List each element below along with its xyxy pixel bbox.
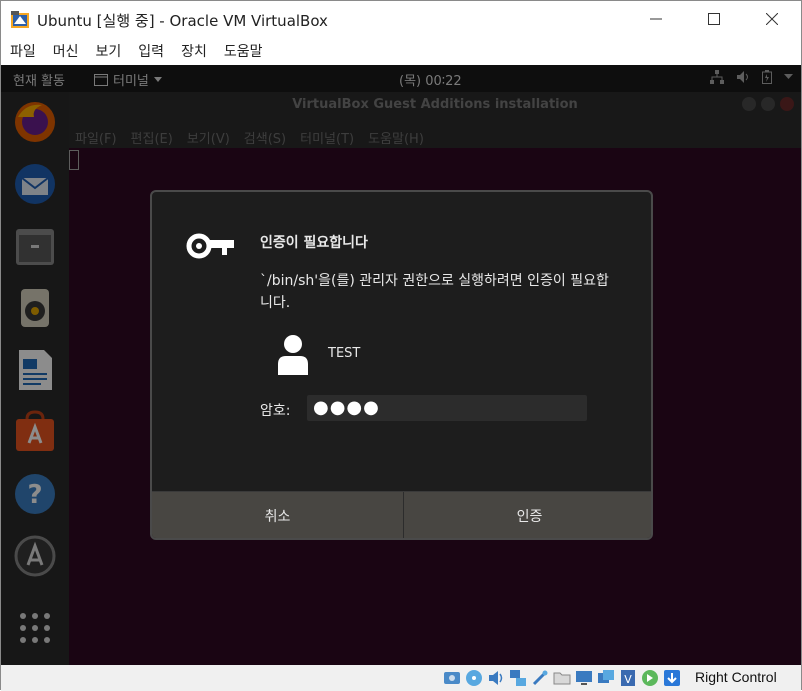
authenticate-button[interactable]: 인증 xyxy=(404,492,651,538)
dialog-message: `/bin/sh'을(를) 관리자 권한으로 실행하려면 인증이 필요합니다. xyxy=(260,273,609,311)
minimize-button[interactable] xyxy=(633,1,679,37)
keyboard-capture-icon[interactable] xyxy=(662,668,682,688)
key-icon xyxy=(186,233,234,259)
status-icons: V xyxy=(442,668,682,688)
cancel-button[interactable]: 취소 xyxy=(152,492,404,538)
virtualbox-app-icon xyxy=(11,11,29,28)
hard-disk-icon[interactable] xyxy=(442,668,462,688)
maximize-icon xyxy=(708,13,720,25)
virtualbox-status-bar: V Right Control xyxy=(1,665,801,691)
guest-screen[interactable]: 현재 활동 터미널 (목) 00∶22 ? VirtualBox Guest A… xyxy=(1,65,801,665)
virtualization-icon[interactable]: V xyxy=(618,668,638,688)
minimize-icon xyxy=(650,18,662,20)
menu-help[interactable]: 도움말 xyxy=(224,41,263,61)
password-label: 암호: xyxy=(260,403,291,419)
mouse-integration-icon[interactable] xyxy=(640,668,660,688)
menu-file[interactable]: 파일 xyxy=(10,41,36,61)
usb-icon[interactable] xyxy=(530,668,550,688)
shared-folders-icon[interactable] xyxy=(552,668,572,688)
maximize-button[interactable] xyxy=(691,1,737,37)
audio-icon[interactable] xyxy=(486,668,506,688)
svg-text:V: V xyxy=(624,673,632,686)
window-title: Ubuntu [실행 중] - Oracle VM VirtualBox xyxy=(37,12,328,30)
host-key-label[interactable]: Right Control xyxy=(695,669,777,685)
menu-devices[interactable]: 장치 xyxy=(181,41,207,61)
dialog-button-row: 취소 인증 xyxy=(152,491,651,538)
optical-drive-icon[interactable] xyxy=(464,668,484,688)
menu-input[interactable]: 입력 xyxy=(138,41,164,61)
title-bar[interactable]: Ubuntu [실행 중] - Oracle VM VirtualBox xyxy=(1,1,801,37)
dialog-title: 인증이 필요합니다 xyxy=(260,235,368,251)
authentication-dialog: 인증이 필요합니다 `/bin/sh'을(를) 관리자 권한으로 실행하려면 인… xyxy=(150,190,653,540)
display-icon[interactable] xyxy=(574,668,594,688)
user-name: TEST xyxy=(328,346,361,361)
close-icon xyxy=(766,13,778,25)
menu-machine[interactable]: 머신 xyxy=(53,41,79,61)
menu-view[interactable]: 보기 xyxy=(96,41,122,61)
network-status-icon[interactable] xyxy=(508,668,528,688)
password-field[interactable]: ●●●● xyxy=(307,395,587,421)
virtualbox-menu-bar: 파일 머신 보기 입력 장치 도움말 xyxy=(1,37,801,65)
video-capture-icon[interactable] xyxy=(596,668,616,688)
virtualbox-window: Ubuntu [실행 중] - Oracle VM VirtualBox 파일 … xyxy=(0,0,802,691)
close-button[interactable] xyxy=(749,1,795,37)
user-avatar-icon xyxy=(278,335,308,375)
